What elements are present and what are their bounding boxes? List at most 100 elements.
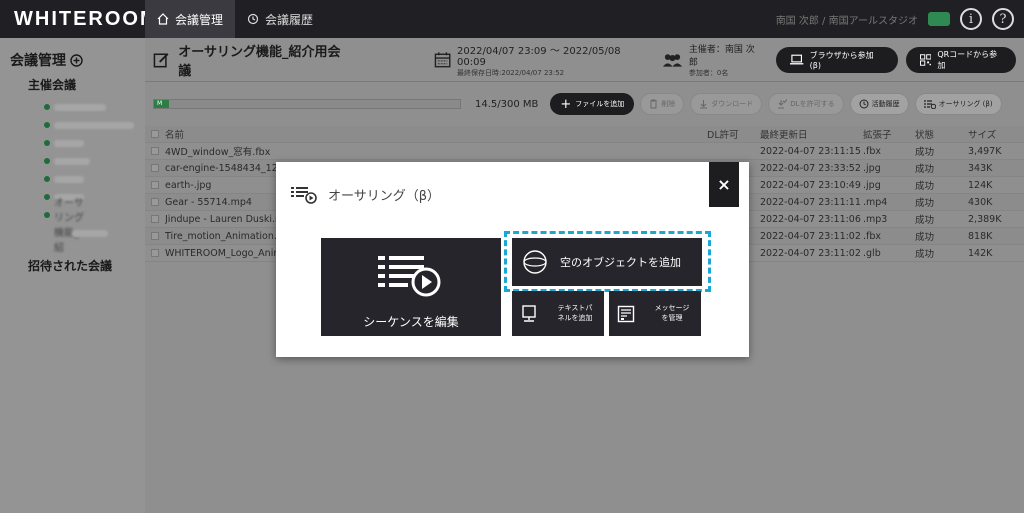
laptop-icon (790, 54, 804, 65)
message-panel-icon (617, 305, 635, 322)
delete-label: 削除 (661, 100, 676, 108)
participant-count: 参加者：0名 (688, 68, 729, 77)
home-icon (157, 13, 169, 25)
cell-ext: .fbx (863, 145, 882, 157)
host-name: 主催者：南国 次郎 (688, 44, 755, 68)
meeting-header: オーサリング機能_紹介用会議 2022/04/07 23:09 ～ 2022/0… (145, 38, 1024, 82)
add-file-label: ファイルを追加 (575, 100, 625, 108)
manage-messages-button[interactable]: メッセージ を管理 (609, 291, 701, 336)
sidebar-meeting-item[interactable]: オーサリング機能_紹 (44, 191, 145, 254)
add-text-panel-label: テキストパ ネルを追加 (557, 303, 593, 322)
tab-label: 会議管理 (175, 12, 224, 27)
cell-ext: .jpg (863, 162, 881, 174)
download-button[interactable]: ダウンロード (690, 93, 763, 115)
edit-sequence-button[interactable]: シーケンスを編集 (321, 238, 501, 336)
edit-icon[interactable] (153, 51, 170, 69)
cell-status: 成功 (915, 181, 935, 192)
help-icon[interactable]: ? (992, 8, 1014, 30)
column-header-dl[interactable]: DL許可 (707, 127, 760, 141)
row-checkbox[interactable] (151, 164, 159, 172)
row-checkbox[interactable] (151, 147, 159, 155)
sidebar-meeting-item[interactable] (44, 173, 145, 185)
row-checkbox[interactable] (151, 215, 159, 223)
table-row[interactable]: 4WD_window_窓有.fbx 2022-04-07 23:11:15 .f… (145, 143, 1024, 160)
cell-size: 142K (968, 247, 993, 259)
invited-meetings-label: 招待された会議 (28, 259, 113, 273)
allow-download-button[interactable]: DLを許可する (768, 93, 844, 115)
add-circle-icon[interactable] (70, 53, 83, 67)
blurred-meeting-name (54, 121, 134, 129)
cell-ext: .mp4 (863, 196, 888, 208)
cell-ext: .mp3 (863, 213, 888, 225)
studio-logo-icon (928, 12, 950, 26)
tab-meeting-management[interactable]: 会議管理 (145, 0, 236, 38)
trash-icon (650, 99, 658, 109)
sidebar-meeting-item[interactable] (44, 155, 145, 167)
column-header-status[interactable]: 状態 (915, 127, 968, 141)
add-text-panel-button[interactable]: テキストパ ネルを追加 (512, 291, 604, 336)
manage-messages-label: メッセージ を管理 (654, 303, 690, 322)
meeting-title: オーサリング機能_紹介用会議 (178, 44, 341, 79)
qr-code-icon (919, 53, 932, 66)
cell-size: 343K (968, 162, 993, 174)
cell-size: 3,497K (968, 145, 1002, 157)
calendar-icon (434, 51, 451, 67)
column-header-size[interactable]: サイズ (968, 127, 1018, 141)
sidebar-meeting-item[interactable] (44, 119, 145, 131)
meeting-dates: 2022/04/07 23:09 ～ 2022/05/08 00:09 最終保存… (434, 42, 644, 78)
plus-icon: + (560, 96, 572, 112)
select-all-checkbox[interactable] (151, 130, 159, 138)
column-header-updated[interactable]: 最終更新日 (760, 127, 863, 141)
cell-name: 4WD_window_窓有.fbx (165, 147, 271, 158)
cell-size: 2,389K (968, 213, 1002, 225)
cell-status: 成功 (915, 147, 935, 158)
cell-updated: 2022-04-07 23:11:02 (760, 247, 861, 259)
tab-label: 会議履歴 (265, 12, 314, 27)
storage-progress-bar: M (153, 99, 461, 109)
delete-button[interactable]: 削除 (640, 93, 685, 115)
tab-meeting-history[interactable]: 会議履歴 (235, 0, 325, 38)
storage-progress-fill: M (154, 100, 169, 108)
activity-history-button[interactable]: 活動履歴 (849, 93, 909, 115)
row-checkbox[interactable] (151, 249, 159, 257)
row-checkbox[interactable] (151, 181, 159, 189)
authoring-button[interactable]: オーサリング (β) (914, 93, 1002, 115)
join-from-qr-button[interactable]: QRコードから参加 (905, 46, 1016, 73)
modal-header: オーサリング（β） (290, 185, 440, 204)
host-info: 主催者：南国 次郎 参加者：0名 (662, 42, 760, 78)
authoring-icon (923, 99, 936, 109)
status-dot (44, 140, 50, 146)
row-checkbox[interactable] (151, 198, 159, 206)
sidebar-meeting-item[interactable] (44, 137, 145, 149)
add-empty-object-button[interactable]: 空のオブジェクトを追加 (512, 238, 702, 286)
cell-status: 成功 (915, 249, 935, 260)
status-dot (44, 158, 50, 164)
add-empty-object-label: 空のオブジェクトを追加 (560, 256, 681, 269)
activity-history-icon (859, 99, 869, 109)
cell-updated: 2022-04-07 23:11:15 (760, 145, 861, 157)
row-checkbox[interactable] (151, 232, 159, 240)
status-dot (44, 194, 50, 200)
cell-status: 成功 (915, 164, 935, 175)
sidebar-meeting-item[interactable] (44, 101, 145, 113)
hosted-meetings-label: 主催会議 (28, 78, 77, 92)
blurred-meeting-name (54, 139, 84, 147)
add-file-button[interactable]: + ファイルを追加 (550, 93, 635, 115)
allow-download-icon (778, 99, 788, 109)
cell-ext: .fbx (863, 230, 882, 242)
table-header-row: 名前 DL許可 最終更新日 拡張子 状態 サイズ (145, 126, 1024, 143)
blurred-meeting-name (54, 103, 106, 111)
join-from-browser-button[interactable]: ブラウザから参加 (β) (776, 46, 898, 73)
file-toolbar: M 14.5/300 MB + ファイルを追加 削除 ダウンロード DLを許可す… (145, 82, 1024, 126)
blurred-meeting-name (54, 157, 90, 165)
download-label: ダウンロード (711, 100, 754, 108)
download-icon (700, 100, 708, 109)
sidebar: 会議管理 主催会議 オーサリング機能_紹 招待された会議 (0, 38, 145, 513)
column-header-ext[interactable]: 拡張子 (863, 127, 915, 141)
sidebar-meeting-item[interactable] (72, 227, 145, 239)
close-button[interactable]: × (709, 162, 739, 207)
info-icon[interactable]: i (960, 8, 982, 30)
cell-size: 818K (968, 230, 993, 242)
column-header-name[interactable]: 名前 (165, 127, 707, 141)
status-dot (44, 212, 50, 218)
